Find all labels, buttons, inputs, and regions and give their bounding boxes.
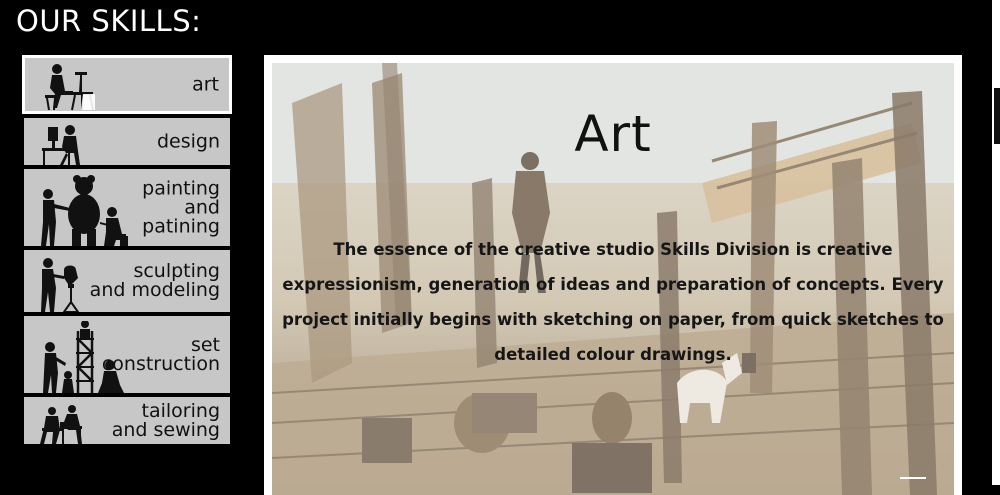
skill-detail-panel: Art The essence of the creative studio S… [264, 55, 962, 495]
skill-label-tailoring: tailoring and sewing [111, 399, 220, 441]
skill-heading: Art [574, 105, 652, 163]
painters-with-bear-figure-icon [41, 175, 128, 246]
skill-label-sculpting: sculpting and modeling [89, 260, 220, 301]
skill-label-set-construction: set construction [101, 333, 220, 375]
slider-indicator[interactable] [900, 477, 926, 479]
skill-item-sculpting[interactable]: sculpting and modeling [24, 250, 230, 312]
designer-at-computer-icon [42, 125, 80, 165]
ship-deck-sketch-background: Art The essence of the creative studio S… [272, 63, 954, 495]
skill-item-design[interactable]: design [24, 118, 230, 165]
page-scrollbar-track[interactable] [992, 0, 1000, 485]
skill-label-art: art [192, 73, 219, 95]
artist-at-easel-icon [45, 64, 95, 111]
skill-item-tailoring[interactable]: tailoring and sewing [24, 397, 230, 444]
skill-description: The essence of the creative studio Skill… [282, 239, 944, 364]
skill-item-set-construction[interactable]: set construction [24, 316, 230, 393]
page-scrollbar-thumb[interactable] [994, 88, 1000, 144]
tailor-at-sewing-machine-icon [40, 405, 82, 444]
skill-label-painting: painting and patining [142, 177, 220, 237]
page-title: OUR SKILLS: [16, 4, 202, 38]
skill-label-design: design [156, 130, 220, 152]
sculptor-at-stand-icon [41, 258, 80, 312]
skill-item-art[interactable]: art [22, 55, 232, 114]
skill-item-painting[interactable]: painting and patining [24, 169, 230, 246]
